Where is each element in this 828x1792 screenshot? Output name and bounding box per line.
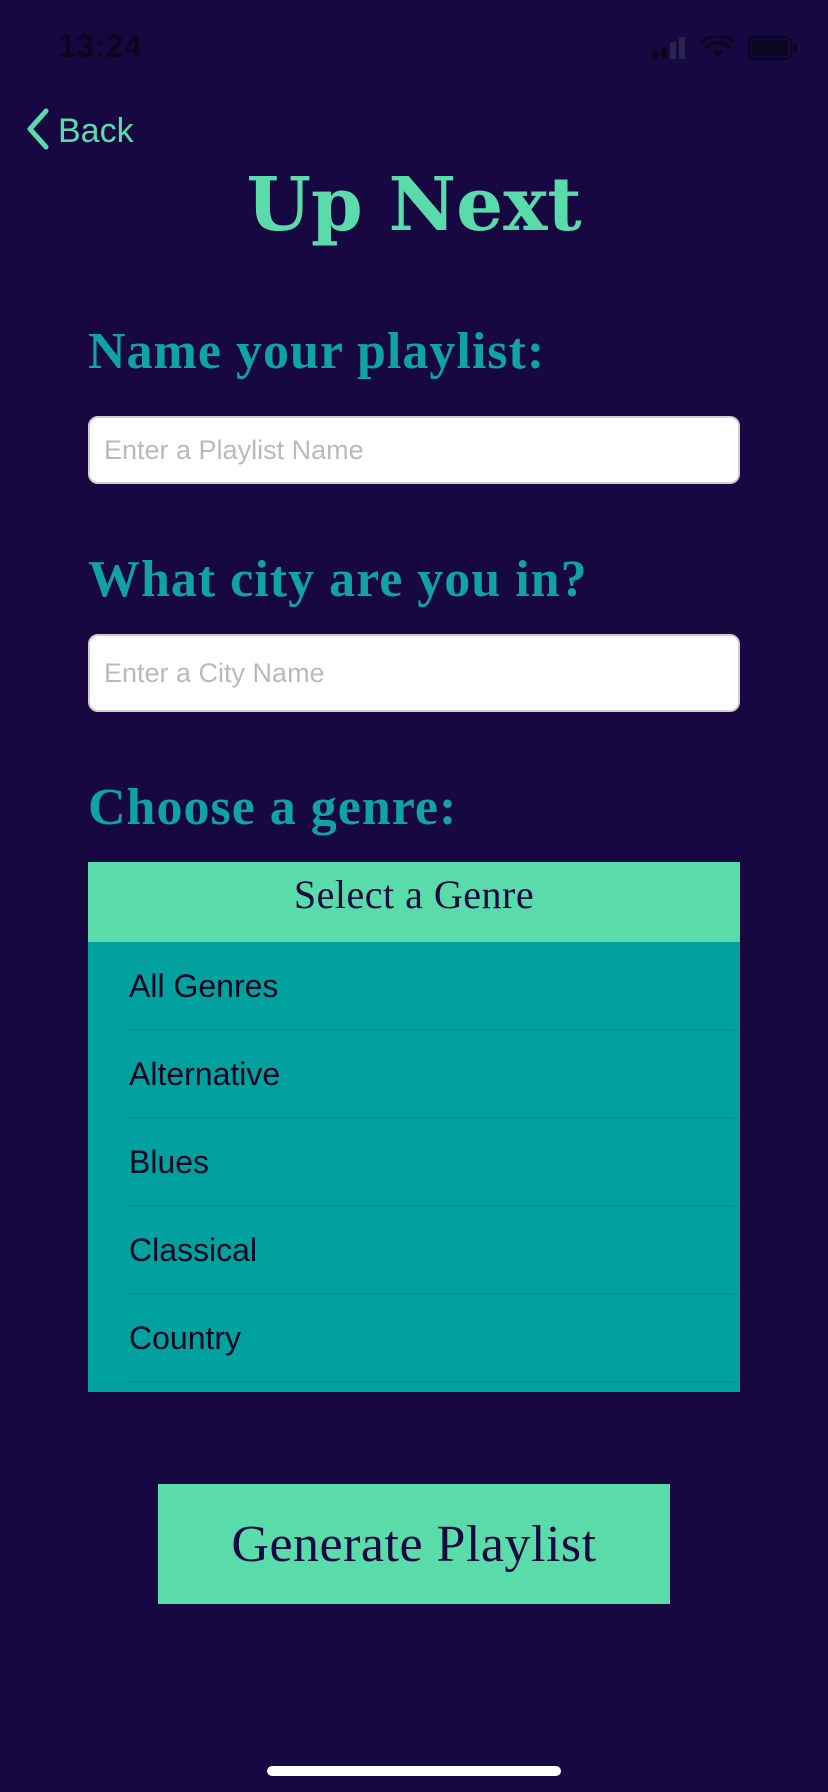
genre-option-all-genres[interactable]: All Genres [88,942,740,1030]
back-button[interactable]: Back [24,108,134,154]
genre-list[interactable]: All Genres Alternative Blues Classical C… [88,942,740,1392]
cellular-signal-icon [652,36,688,64]
battery-icon [748,35,798,65]
back-label: Back [58,111,134,150]
city-label: What city are you in? [88,551,588,608]
genre-option-country[interactable]: Country [88,1294,740,1382]
app-title: Up Next [246,162,582,248]
genre-label: Choose a genre: [88,779,458,836]
genre-option-blues[interactable]: Blues [88,1118,740,1206]
wifi-icon [701,32,735,65]
genre-option-alternative[interactable]: Alternative [88,1030,740,1118]
generate-playlist-button[interactable]: Generate Playlist [158,1484,670,1604]
playlist-name-input[interactable] [88,416,740,484]
status-icons [652,32,798,65]
chevron-left-icon [24,108,50,155]
genre-picker-header: Select a Genre [88,862,740,942]
genre-option-classical[interactable]: Classical [88,1206,740,1294]
playlist-name-label: Name your playlist: [88,323,546,380]
status-time: 13:24 [58,28,143,64]
status-bar: 13:24 [0,0,828,100]
home-indicator [267,1766,561,1776]
city-name-input[interactable] [88,634,740,712]
